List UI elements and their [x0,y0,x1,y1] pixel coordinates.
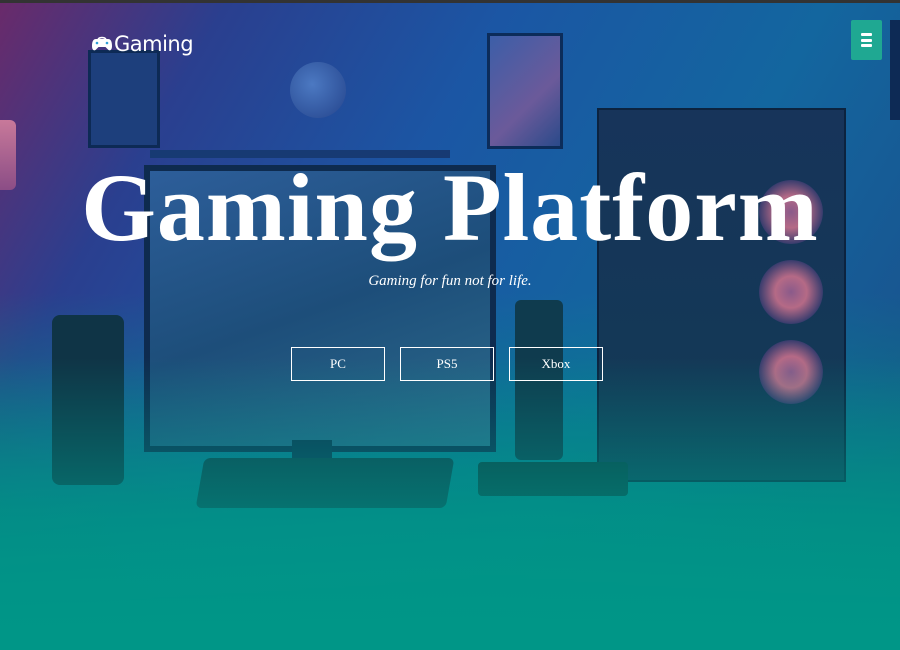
ps5-button[interactable]: PS5 [400,347,494,381]
platform-buttons: PC PS5 Xbox [291,347,603,381]
pc-button[interactable]: PC [291,347,385,381]
bottom-gradient-overlay [0,0,900,650]
site-logo[interactable]: Gaming [91,32,194,56]
xbox-button[interactable]: Xbox [509,347,603,381]
menu-button[interactable] [851,20,882,60]
page-title: Gaming Platform [81,154,819,261]
logo-text: Gaming [114,32,194,56]
page-subtitle: Gaming for fun not for life. [368,273,532,289]
hamburger-menu-icon [861,33,872,47]
gamepad-icon [91,35,113,53]
hero-section: Gaming Gaming Platform Gaming for fun no… [0,0,900,650]
